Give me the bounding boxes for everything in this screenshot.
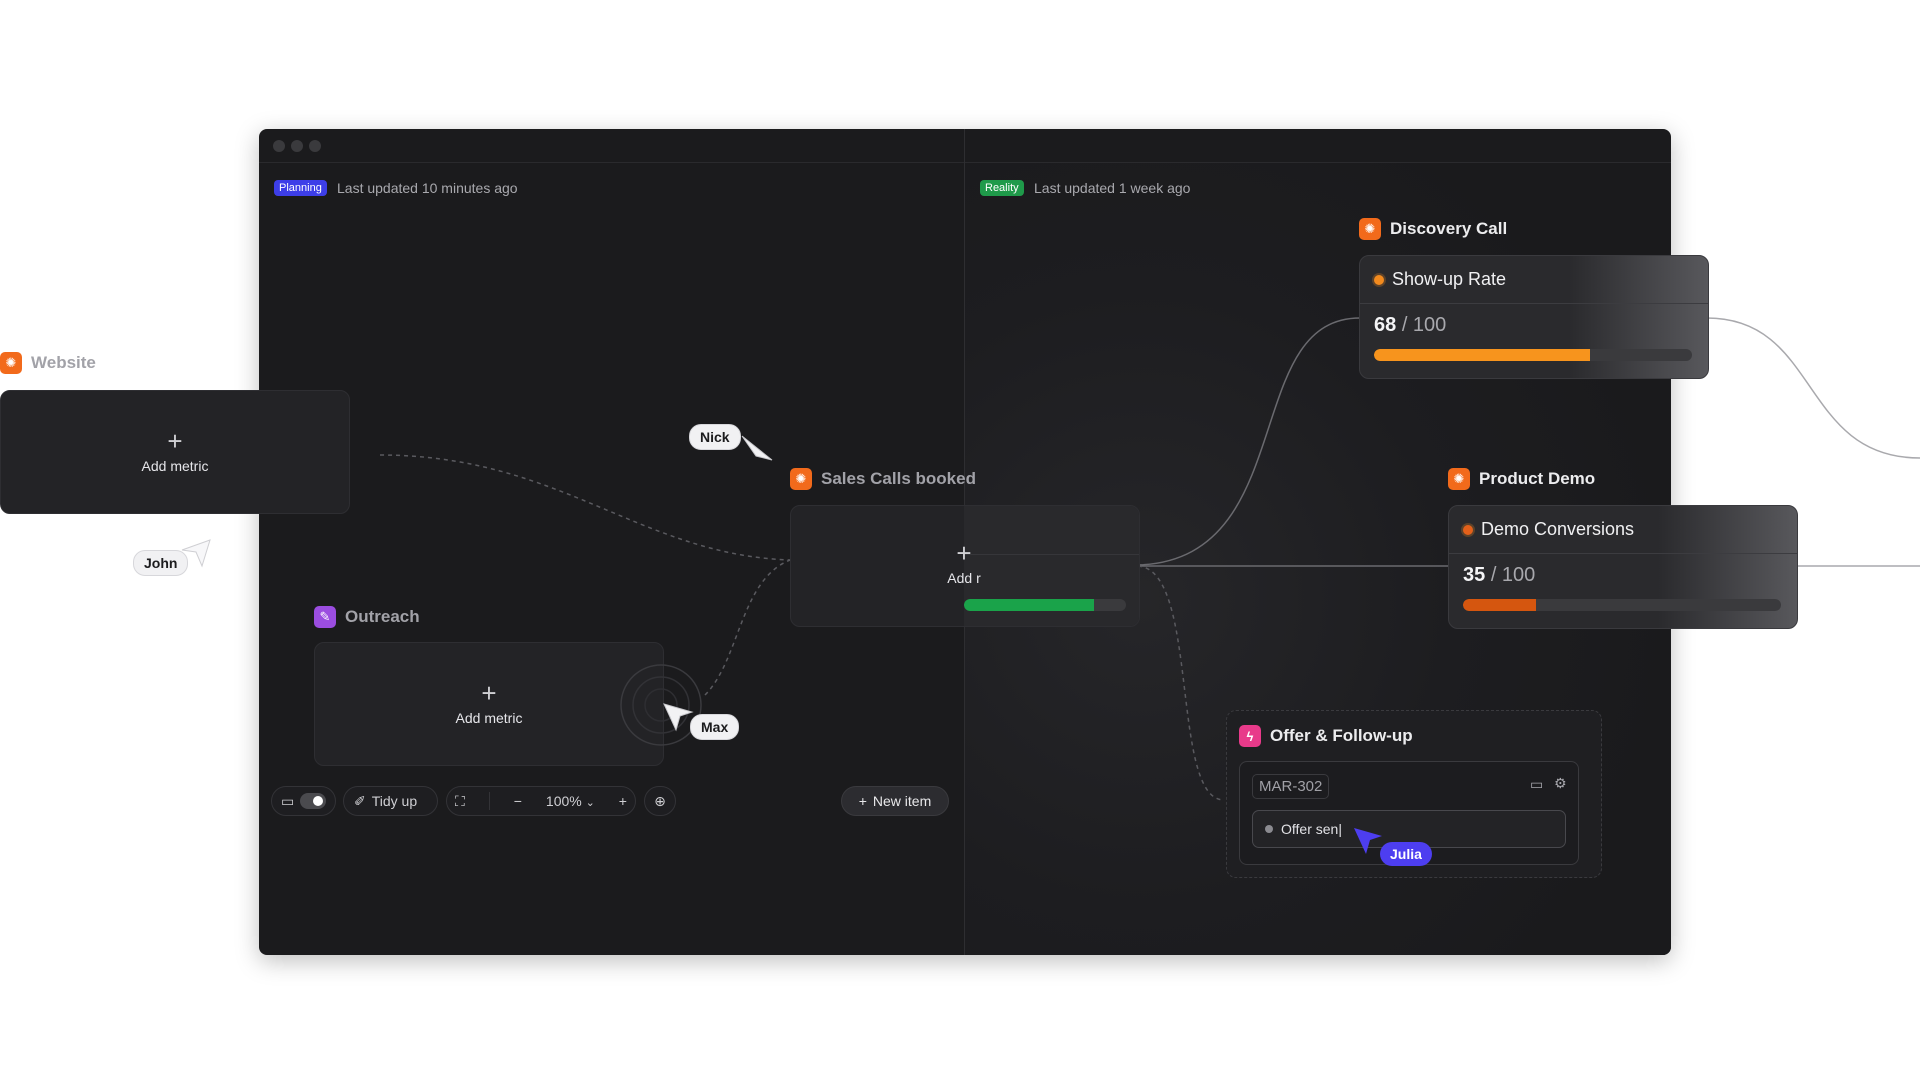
outreach-node-title[interactable]: ✎ Outreach (314, 606, 420, 628)
outreach-add-metric-card[interactable]: + Add metric (314, 642, 664, 766)
metric-header: Show-up Rate (1360, 256, 1708, 304)
zoom-controls: ⛶ − 100% ⌄ + (446, 786, 636, 816)
website-add-metric-card[interactable]: + Add metric (0, 390, 350, 514)
recenter-button[interactable]: ⊕ (644, 786, 676, 816)
status-dot-icon (1265, 825, 1273, 833)
offer-node-title[interactable]: ϟ Offer & Follow-up (1239, 725, 1413, 747)
add-metric-label: Add metric (455, 710, 523, 726)
plus-icon: + (956, 538, 972, 568)
archive-icon[interactable]: ▭ (1530, 776, 1543, 793)
comments-toggle[interactable] (300, 793, 327, 809)
show-up-rate-card[interactable]: Show-up Rate 68 / 100 (1359, 255, 1709, 379)
website-node-title[interactable]: ✺ Website (0, 352, 96, 374)
lightning-icon: ϟ (1239, 725, 1261, 747)
nick-cursor-label: Nick (689, 424, 741, 450)
comments-toggle-group[interactable]: ▭ (271, 786, 336, 816)
demo-conversions-card[interactable]: Demo Conversions 35 / 100 (1448, 505, 1798, 629)
sales-calls-progress-track (964, 599, 1126, 611)
julia-cursor-label: Julia (1380, 842, 1432, 866)
metric-value: 35 / 100 (1463, 564, 1536, 586)
sales-calls-card[interactable]: + Add r (790, 505, 1140, 627)
metric-value: 68 / 100 (1374, 314, 1447, 336)
max-cursor-label: Max (690, 714, 740, 740)
zoom-in-icon[interactable]: + (619, 793, 627, 809)
crosshair-icon: ⊕ (654, 792, 666, 809)
metric-header: Demo Conversions (1449, 506, 1797, 554)
fit-screen-icon[interactable]: ⛶ (455, 793, 465, 810)
gear-icon[interactable]: ⚙ (1554, 775, 1567, 792)
demo-progress-fill (1463, 599, 1537, 611)
connector-outreach-sales (704, 559, 791, 696)
broom-icon: ✐ (354, 792, 366, 809)
plus-icon: + (858, 793, 867, 809)
connector-website-sales (379, 454, 791, 561)
zoom-out-icon[interactable]: − (514, 793, 522, 809)
connector-sales-offer (1137, 565, 1225, 801)
discovery-node-title[interactable]: ✺ Discovery Call (1359, 218, 1507, 240)
demo-progress-track (1463, 599, 1781, 611)
plus-icon: + (167, 426, 183, 456)
sales-calls-node-title[interactable]: ✺ Sales Calls booked (790, 468, 976, 490)
item-code-badge[interactable]: MAR-302 (1252, 774, 1330, 799)
sparkle-icon: ✺ (1448, 468, 1470, 490)
sparkle-icon: ✺ (790, 468, 812, 490)
sparkle-icon: ✺ (1359, 218, 1381, 240)
zoom-divider (488, 792, 490, 810)
zoom-level-select[interactable]: 100% ⌄ (546, 793, 595, 809)
show-up-progress-fill (1374, 349, 1591, 361)
plus-icon: + (481, 678, 497, 708)
product-demo-node-title[interactable]: ✺ Product Demo (1448, 468, 1595, 490)
nick-cursor-icon (741, 435, 773, 461)
new-item-button[interactable]: + New item (841, 786, 949, 816)
status-dot-icon (1374, 274, 1384, 285)
show-up-progress-track (1374, 349, 1692, 361)
sales-calls-add-metric[interactable]: + Add r (791, 538, 1137, 586)
add-metric-label: Add metric (141, 458, 209, 474)
chevron-down-icon: ⌄ (585, 797, 595, 809)
status-dot-icon (1463, 524, 1473, 535)
sales-calls-progress-fill (964, 599, 1094, 611)
connector-discovery-out (1706, 317, 1920, 459)
connector-sales-discovery (1137, 317, 1361, 566)
wrench-icon: ✎ (314, 606, 336, 628)
tidy-up-button[interactable]: ✐ Tidy up (343, 786, 438, 816)
sparkle-icon: ✺ (0, 352, 22, 374)
comment-icon[interactable]: ▭ (272, 793, 300, 810)
john-cursor-label: John (133, 550, 189, 576)
